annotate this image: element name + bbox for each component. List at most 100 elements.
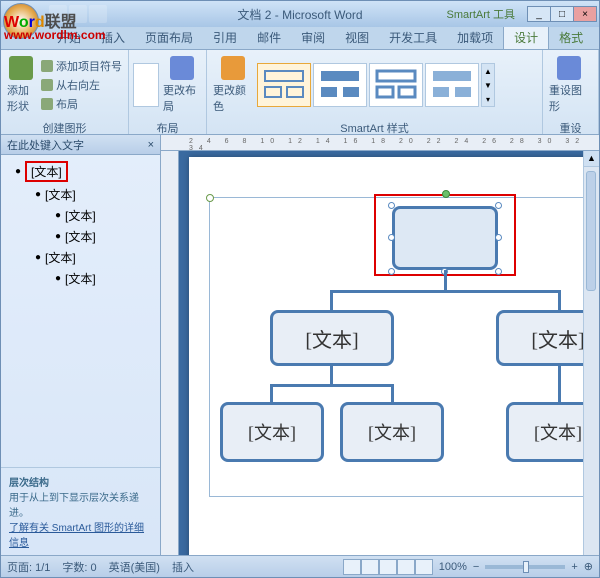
style-thumb-2[interactable]: [313, 63, 367, 107]
rtl-button[interactable]: 从右向左: [39, 76, 124, 94]
tree-item[interactable]: ●[文本]: [51, 205, 158, 226]
minimize-button[interactable]: _: [527, 6, 551, 22]
view-buttons: [343, 559, 433, 575]
zoom-out-button[interactable]: −: [473, 561, 479, 573]
style-gallery-scroll[interactable]: ▲▼▾: [481, 63, 495, 107]
selection-handle[interactable]: [495, 234, 502, 241]
change-color-label: 更改颜色: [213, 82, 253, 114]
statusbar: 页面: 1/1 字数: 0 英语(美国) 插入 100% − + ⊕: [1, 555, 599, 577]
word-window: 文档 2 - Microsoft Word SmartArt 工具 _ □ × …: [0, 0, 600, 578]
selection-handle[interactable]: [388, 202, 395, 209]
change-layout-label: 更改布局: [163, 82, 200, 114]
horizontal-ruler[interactable]: [161, 135, 599, 151]
text-pane-close-icon[interactable]: ×: [148, 139, 154, 151]
tab-mailings[interactable]: 邮件: [247, 25, 291, 49]
selection-handle[interactable]: [495, 202, 502, 209]
zoom-expand-button[interactable]: ⊕: [584, 560, 593, 573]
context-tab-title: SmartArt 工具: [437, 4, 525, 24]
org-node-root[interactable]: [392, 206, 498, 270]
layout-gallery[interactable]: [133, 63, 159, 107]
connector: [330, 366, 333, 384]
tree-item[interactable]: ●[文本]: [31, 184, 158, 205]
close-button[interactable]: ×: [573, 6, 597, 22]
connector: [444, 270, 447, 290]
scroll-up-icon[interactable]: ▲: [584, 151, 599, 167]
view-full-screen-button[interactable]: [361, 559, 379, 575]
text-pane: 在此处键入文字 × ●[文本] ●[文本] ●[文本] ●[文本] ●[文本] …: [1, 135, 161, 555]
tree-item[interactable]: ●[文本]: [51, 226, 158, 247]
reset-graphic-button[interactable]: 重设图形: [547, 54, 591, 116]
view-print-layout-button[interactable]: [343, 559, 361, 575]
vertical-ruler[interactable]: [161, 151, 179, 555]
org-node[interactable]: [文本]: [340, 402, 444, 462]
org-node[interactable]: [文本]: [506, 402, 583, 462]
titlebar: 文档 2 - Microsoft Word SmartArt 工具 _ □ ×: [1, 1, 599, 27]
status-words[interactable]: 字数: 0: [62, 559, 96, 575]
style-thumb-4[interactable]: [425, 63, 479, 107]
workspace: 在此处键入文字 × ●[文本] ●[文本] ●[文本] ●[文本] ●[文本] …: [1, 135, 599, 555]
change-layout-button[interactable]: 更改布局: [161, 54, 202, 116]
add-shape-icon: [9, 56, 33, 80]
tab-view[interactable]: 视图: [335, 25, 379, 49]
watermark-url: www.wordlm.com: [4, 28, 106, 42]
page-scroll[interactable]: [文本] [文本] [文本] [文本] [文本]: [179, 151, 583, 555]
selection-handle[interactable]: [388, 268, 395, 275]
change-color-button[interactable]: 更改颜色: [211, 54, 255, 116]
add-shape-button[interactable]: 添加形状: [5, 54, 37, 116]
rtl-icon: [41, 79, 53, 91]
connector: [270, 384, 394, 387]
reset-icon: [557, 56, 581, 80]
org-node[interactable]: [文本]: [270, 310, 394, 366]
tree-item[interactable]: ●[文本]: [51, 268, 158, 289]
scroll-thumb[interactable]: [586, 171, 596, 291]
tree-item[interactable]: ●[文本]: [11, 159, 158, 184]
org-node[interactable]: [文本]: [220, 402, 324, 462]
status-mode[interactable]: 插入: [172, 559, 194, 575]
text-pane-header: 在此处键入文字 ×: [1, 135, 160, 155]
status-language[interactable]: 英语(美国): [109, 559, 160, 575]
tab-design[interactable]: 设计: [503, 24, 549, 49]
tab-addins[interactable]: 加载项: [447, 25, 503, 49]
tree-item[interactable]: ●[文本]: [31, 247, 158, 268]
view-draft-button[interactable]: [415, 559, 433, 575]
org-node[interactable]: [文本]: [496, 310, 583, 366]
selection-handle[interactable]: [388, 234, 395, 241]
connector: [270, 384, 273, 402]
view-web-layout-button[interactable]: [379, 559, 397, 575]
learn-more-link[interactable]: 了解有关 SmartArt 图形的详细信息: [9, 523, 144, 549]
vertical-scrollbar[interactable]: ▲: [583, 151, 599, 555]
smartart-frame[interactable]: [文本] [文本] [文本] [文本] [文本]: [209, 197, 583, 497]
qat-redo-icon[interactable]: [89, 5, 107, 23]
connector: [558, 366, 561, 402]
view-outline-button[interactable]: [397, 559, 415, 575]
connector: [558, 290, 561, 310]
zoom-in-button[interactable]: +: [571, 561, 577, 573]
add-bullet-button[interactable]: 添加项目符号: [39, 57, 124, 75]
zoom-slider[interactable]: [485, 565, 565, 569]
selection-handle[interactable]: [495, 268, 502, 275]
zoom-knob[interactable]: [523, 561, 529, 573]
ribbon: 添加形状 添加项目符号 从右向左 布局 创建图形 更改布局 布局: [1, 49, 599, 135]
tab-developer[interactable]: 开发工具: [379, 25, 447, 49]
style-thumb-1[interactable]: [257, 63, 311, 107]
tab-format[interactable]: 格式: [549, 25, 593, 49]
connector: [330, 290, 333, 310]
document-area: [文本] [文本] [文本] [文本] [文本] ▲: [161, 135, 599, 555]
reset-label: 重设图形: [549, 82, 589, 114]
layout-icon: [41, 98, 53, 110]
connector: [391, 384, 394, 402]
tab-review[interactable]: 审阅: [291, 25, 335, 49]
tab-references[interactable]: 引用: [203, 25, 247, 49]
maximize-button[interactable]: □: [550, 6, 574, 22]
text-pane-body[interactable]: ●[文本] ●[文本] ●[文本] ●[文本] ●[文本] ●[文本]: [1, 155, 160, 467]
tab-page-layout[interactable]: 页面布局: [135, 25, 203, 49]
smartart-style-gallery: ▲▼▾: [257, 55, 495, 115]
layout-button[interactable]: 布局: [39, 95, 124, 113]
connector: [330, 290, 560, 293]
change-layout-icon: [170, 56, 194, 80]
bullet-icon: [41, 60, 53, 72]
style-thumb-3[interactable]: [369, 63, 423, 107]
rotation-handle[interactable]: [442, 190, 450, 198]
status-page[interactable]: 页面: 1/1: [7, 559, 50, 575]
zoom-level[interactable]: 100%: [439, 561, 467, 573]
